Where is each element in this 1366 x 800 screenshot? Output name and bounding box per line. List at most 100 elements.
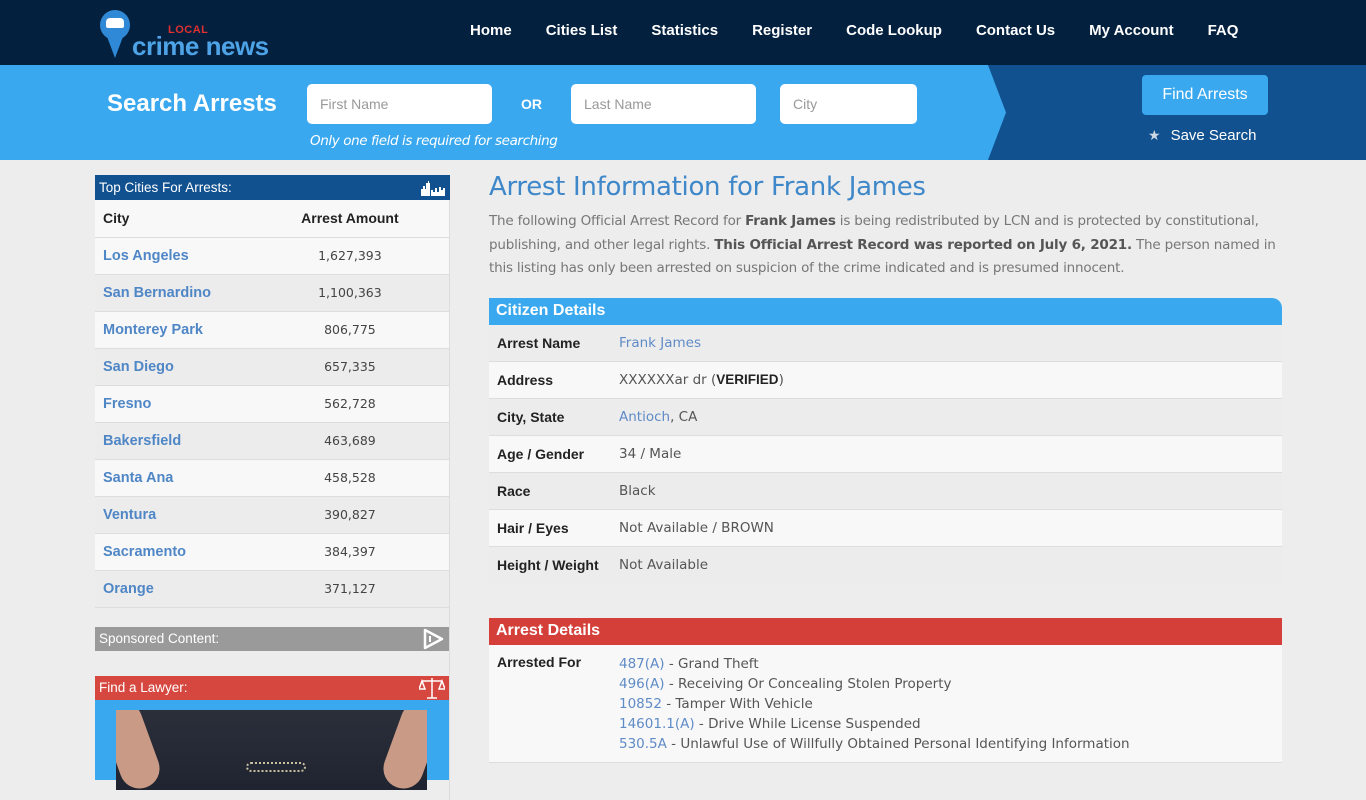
city-link[interactable]: Monterey Park [95,322,203,338]
charge-description: - Grand Theft [664,655,759,672]
nav-cities-list[interactable]: Cities List [546,22,618,39]
nav-statistics[interactable]: Statistics [651,22,718,39]
sponsored-title: Sponsored Content: [99,631,220,646]
page-title: Arrest Information for Frank James [489,172,926,202]
city-row: Sacramento 384,397 [95,533,449,571]
lawyer-ad[interactable] [95,700,449,790]
police-car-icon [106,18,124,28]
city-row: Orange 371,127 [95,570,449,608]
nav-faq[interactable]: FAQ [1208,22,1239,39]
nav-my-account[interactable]: My Account [1089,22,1173,39]
nav-home[interactable]: Home [470,22,512,39]
charge-item: 10852 - Tamper With Vehicle [619,694,1130,714]
city-skyline-icon [421,181,445,196]
charge-code-link[interactable]: 10852 [619,696,662,712]
arrest-amount: 458,528 [270,459,449,497]
city-link[interactable]: Santa Ana [95,470,173,486]
first-name-input[interactable] [307,84,492,124]
city-link[interactable]: Bakersfield [95,433,181,449]
intro-name: Frank James [745,213,836,229]
city-link[interactable]: San Diego [95,359,174,375]
city-row: Santa Ana 458,528 [95,459,449,497]
handcuffs-image [116,710,427,790]
arrest-amount: 1,100,363 [270,274,449,312]
save-search-button[interactable]: ★ Save Search [1148,127,1256,144]
city-link[interactable]: Fresno [95,396,151,412]
charge-code-link[interactable]: 530.5A [619,736,667,752]
top-navbar: LOCAL crime news Home Cities List Statis… [0,0,1366,65]
charge-code-link[interactable]: 487(A) [619,656,665,672]
arrest-amount: 384,397 [270,533,449,571]
column-header-city: City [95,200,271,238]
reported-date: This Official Arrest Record was reported… [714,236,1132,253]
nav-register[interactable]: Register [752,22,812,39]
save-search-label: Save Search [1170,127,1257,144]
or-label: OR [521,96,542,112]
sponsored-content-header: Sponsored Content: [95,627,449,651]
charge-code-link[interactable]: 496(A) [619,676,665,692]
charge-item: 487(A) - Grand Theft [619,654,1130,674]
arrow-divider [986,65,1006,160]
charge-code-link[interactable]: 14601.1(A) [619,716,695,732]
charge-item: 530.5A - Unlawful Use of Willfully Obtai… [619,734,1130,754]
last-name-input[interactable] [571,84,756,124]
city-link[interactable]: Sacramento [95,544,186,560]
site-logo[interactable]: LOCAL crime news [98,8,290,60]
city-link[interactable]: Antioch [619,409,670,425]
detail-row-hair-eyes: Hair / Eyes Not Available / BROWN [489,509,1282,547]
main-nav: Home Cities List Statistics Register Cod… [470,22,1238,39]
detail-row-age-gender: Age / Gender 34 / Male [489,435,1282,473]
star-icon: ★ [1148,127,1161,143]
search-bar: Search Arrests OR Only one field is requ… [0,65,1366,160]
charge-description: - Drive While License Suspended [694,715,921,732]
find-arrests-button[interactable]: Find Arrests [1142,75,1268,115]
column-header-amount: Arrest Amount [270,200,449,238]
nav-contact-us[interactable]: Contact Us [976,22,1055,39]
logo-main-text: crime news [132,31,269,61]
search-hint: Only one field is required for searching [310,133,558,149]
charge-item: 496(A) - Receiving Or Concealing Stolen … [619,674,1130,694]
intro-paragraph: The following Official Arrest Record for… [489,213,1276,276]
detail-row-race: Race Black [489,472,1282,510]
city-row: Ventura 390,827 [95,496,449,534]
scales-of-justice-icon [419,678,445,699]
arrest-amount: 371,127 [270,570,449,608]
arrest-amount: 657,335 [270,348,449,386]
city-link[interactable]: San Bernardino [95,285,211,301]
find-lawyer-header: Find a Lawyer: [95,676,449,700]
top-cities-title: Top Cities For Arrests: [99,180,232,195]
find-lawyer-title: Find a Lawyer: [99,680,188,695]
arrest-amount: 1,627,393 [270,237,449,275]
detail-row-city-state: City, State Antioch, CA [489,398,1282,436]
arrest-details-header: Arrest Details [489,617,1282,645]
arrest-amount: 806,775 [270,311,449,349]
arrest-amount: 463,689 [270,422,449,460]
arrested-for-label: Arrested For [497,653,582,670]
charge-description: - Unlawful Use of Willfully Obtained Per… [666,735,1130,752]
city-row: San Diego 657,335 [95,348,449,386]
charge-description: - Tamper With Vehicle [661,695,813,712]
arrest-name-link[interactable]: Frank James [619,335,701,351]
city-row: San Bernardino 1,100,363 [95,274,449,312]
city-row: Fresno 562,728 [95,385,449,423]
nav-code-lookup[interactable]: Code Lookup [846,22,942,39]
city-link[interactable]: Ventura [95,507,156,523]
top-cities-table: City Arrest Amount Los Angeles 1,627,393 S… [95,200,449,608]
search-title: Search Arrests [107,90,277,117]
arrest-amount: 390,827 [270,496,449,534]
city-link[interactable]: Los Angeles [95,248,189,264]
sidebar: Top Cities For Arrests: City Arrest Amou… [95,175,450,800]
arrest-details-body: Arrested For 487(A) - Grand Theft 496(A) … [489,644,1282,763]
city-link[interactable]: Orange [95,581,154,597]
charge-description: - Receiving Or Concealing Stolen Propert… [664,675,952,692]
city-row: Los Angeles 1,627,393 [95,237,449,275]
detail-row-address: Address XXXXXXar dr (VERIFIED) [489,361,1282,399]
citizen-details-table: Arrest Name Frank James Address XXXXXXar… [489,324,1282,584]
city-input[interactable] [780,84,917,124]
play-icon [423,628,444,650]
citizen-details-header: Citizen Details [489,297,1282,325]
arrest-amount: 562,728 [270,385,449,423]
charges-list: 487(A) - Grand Theft 496(A) - Receiving O… [619,654,1130,754]
detail-row-height-weight: Height / Weight Not Available [489,546,1282,584]
city-row: Bakersfield 463,689 [95,422,449,460]
